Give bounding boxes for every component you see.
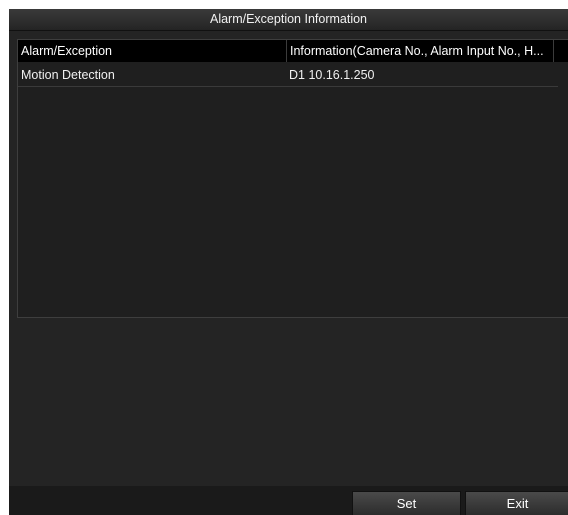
column-header-information[interactable]: Information(Camera No., Alarm Input No.,… — [286, 40, 554, 62]
dialog-title: Alarm/Exception Information — [9, 9, 568, 31]
table-header: Alarm/Exception Information(Camera No., … — [18, 40, 568, 62]
exit-button[interactable]: Exit — [465, 491, 568, 515]
table-row[interactable]: Motion Detection D1 10.16.1.250 — [18, 64, 558, 87]
alarm-table: Alarm/Exception Information(Camera No., … — [17, 39, 568, 318]
alarm-exception-dialog: Alarm/Exception Information Alarm/Except… — [9, 9, 568, 515]
set-button[interactable]: Set — [352, 491, 461, 515]
alarm-type-cell: Motion Detection — [21, 68, 115, 82]
button-bar: Set Exit — [9, 486, 568, 515]
column-header-extra[interactable] — [553, 40, 568, 62]
column-header-alarm-exception[interactable]: Alarm/Exception — [20, 40, 283, 62]
information-cell: D1 10.16.1.250 — [289, 68, 375, 82]
